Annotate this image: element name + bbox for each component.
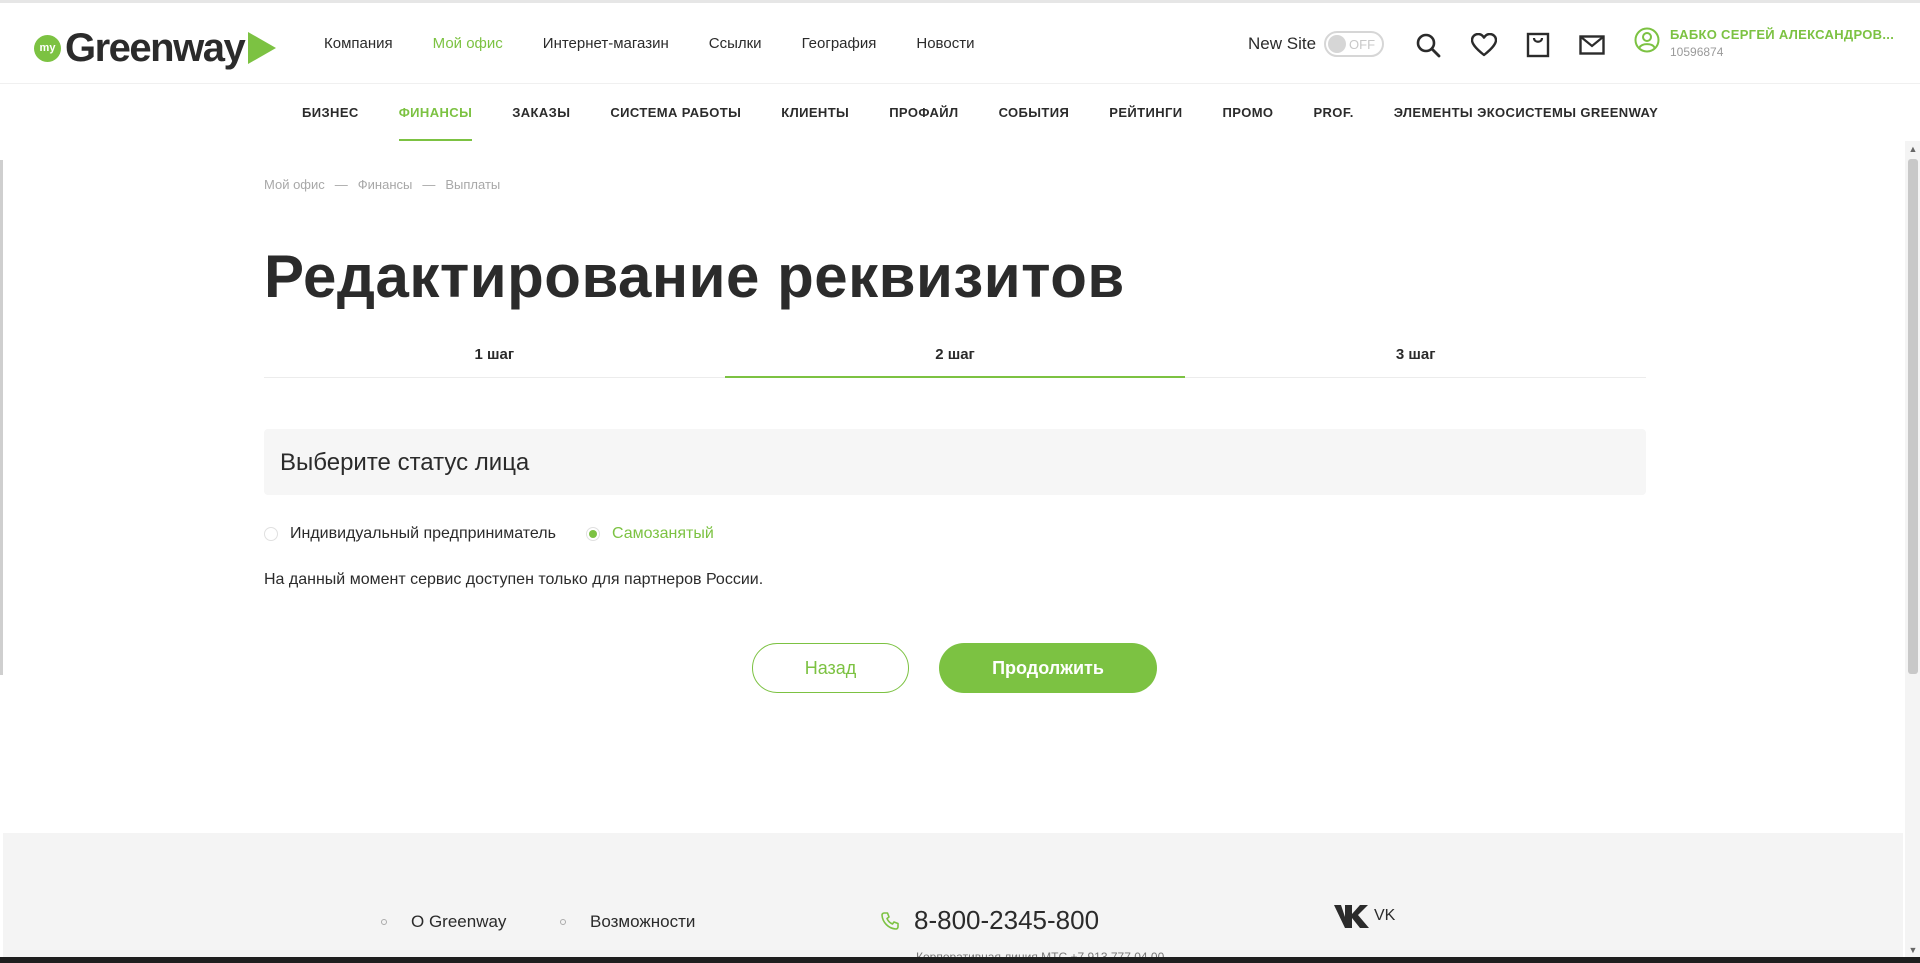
subnav-item-profile[interactable]: ПРОФАЙЛ: [889, 84, 958, 141]
breadcrumb-item-finance[interactable]: Финансы: [358, 177, 413, 192]
footer-social-vk[interactable]: VK: [1332, 902, 1395, 930]
user-profile[interactable]: БАБКО СЕРГЕЙ АЛЕКСАНДРОВ... 10596874: [1634, 27, 1894, 59]
site-header: my Greenway Компания Мой офис Интернет-м…: [0, 3, 1920, 84]
status-heading: Выберите статус лица: [280, 449, 530, 476]
radio-label: Самозанятый: [611, 525, 714, 542]
subnav-item-promo[interactable]: ПРОМО: [1223, 84, 1274, 141]
logo-arrow-icon: [248, 32, 277, 64]
user-id: 10596874: [1670, 45, 1724, 59]
radio-individual-entrepreneur[interactable]: Индивидуальный предприниматель: [264, 525, 556, 543]
new-site-toggle[interactable]: OFF: [1324, 30, 1385, 57]
greenway-logo[interactable]: my Greenway: [34, 23, 277, 73]
mail-icon[interactable]: [1578, 31, 1606, 59]
phone-number: 8-800-2345-800: [914, 905, 1100, 935]
subnav-item-clients[interactable]: КЛИЕНТЫ: [781, 84, 849, 141]
step-tab-3[interactable]: 3 шаг: [1185, 340, 1646, 377]
logo-my-badge: my: [34, 34, 61, 62]
bag-icon[interactable]: [1524, 31, 1552, 59]
subnav-item-events[interactable]: СОБЫТИЯ: [999, 84, 1070, 141]
status-radio-group: Индивидуальный предприниматель Самозанят…: [264, 525, 744, 543]
scroll-down-arrow-icon[interactable]: ▼: [1908, 945, 1918, 955]
availability-notice: На данный момент сервис доступен только …: [264, 571, 764, 588]
radio-label: Индивидуальный предприниматель: [290, 525, 556, 542]
footer-link-opportunities[interactable]: Возможности: [560, 912, 695, 932]
footer-phone[interactable]: 8-800-2345-800: [880, 905, 1099, 936]
subnav-item-ecosystem[interactable]: ЭЛЕМЕНТЫ ЭКОСИСТЕМЫ GREENWAY: [1394, 84, 1658, 141]
subnav-item-orders[interactable]: ЗАКАЗЫ: [512, 84, 570, 141]
main-nav: Компания Мой офис Интернет-магазин Ссылк…: [324, 3, 1014, 84]
nav-item-company[interactable]: Компания: [324, 35, 393, 52]
left-edge-bar: [0, 160, 3, 675]
back-button[interactable]: Назад: [752, 643, 909, 693]
search-icon[interactable]: [1414, 31, 1442, 59]
radio-circle[interactable]: [264, 527, 278, 541]
continue-button[interactable]: Продолжить: [939, 643, 1157, 693]
user-icon: [1634, 27, 1660, 53]
toggle-state-text: OFF: [1349, 36, 1376, 52]
section-subnav: БИЗНЕС ФИНАНСЫ ЗАКАЗЫ СИСТЕМА РАБОТЫ КЛИ…: [0, 84, 1920, 141]
new-site-label: New Site: [1248, 33, 1317, 53]
toggle-knob: [1328, 34, 1347, 53]
vk-label: VK: [1374, 907, 1396, 924]
subnav-item-ratings[interactable]: РЕЙТИНГИ: [1109, 84, 1182, 141]
breadcrumb-separator: —: [422, 177, 436, 192]
heart-icon[interactable]: [1470, 31, 1498, 59]
footer-link-label: О Greenway: [411, 912, 507, 931]
nav-item-my-office[interactable]: Мой офис: [433, 35, 503, 52]
new-site-switch: New Site OFF: [1248, 3, 1385, 84]
bullet-icon: [560, 919, 566, 925]
breadcrumb-separator: —: [334, 177, 348, 192]
nav-item-shop[interactable]: Интернет-магазин: [543, 35, 669, 52]
phone-icon: [881, 911, 899, 930]
footer-link-about[interactable]: О Greenway: [381, 912, 506, 932]
subnav-item-work-system[interactable]: СИСТЕМА РАБОТЫ: [610, 84, 741, 141]
breadcrumb-item-payouts: Выплаты: [445, 177, 501, 192]
scrollbar-thumb[interactable]: [1908, 159, 1918, 674]
breadcrumb-item-my-office[interactable]: Мой офис: [264, 177, 325, 192]
subnav-item-prof[interactable]: PROF.: [1313, 84, 1353, 141]
status-heading-box: Выберите статус лица: [264, 429, 1646, 495]
bullet-icon: [381, 919, 387, 925]
step-tabs: 1 шаг 2 шаг 3 шаг: [264, 340, 1646, 378]
breadcrumb: Мой офис — Финансы — Выплаты: [264, 177, 510, 192]
page-title: Редактирование реквизитов: [264, 243, 1125, 310]
step-tab-2[interactable]: 2 шаг: [724, 340, 1186, 378]
footer-link-label: Возможности: [590, 912, 696, 931]
nav-item-news[interactable]: Новости: [916, 35, 974, 52]
nav-item-links[interactable]: Ссылки: [709, 35, 762, 52]
step-tab-1[interactable]: 1 шаг: [264, 340, 725, 377]
subnav-item-business[interactable]: БИЗНЕС: [302, 84, 359, 141]
user-name: БАБКО СЕРГЕЙ АЛЕКСАНДРОВ...: [1670, 27, 1895, 42]
subnav-item-finance[interactable]: ФИНАНСЫ: [398, 84, 473, 141]
taskbar-edge: [0, 957, 1920, 963]
site-footer: [3, 833, 1903, 957]
logo-wordmark: Greenway: [65, 25, 246, 70]
vk-icon: [1334, 905, 1369, 928]
radio-circle[interactable]: [585, 527, 600, 541]
nav-item-geography[interactable]: География: [802, 35, 877, 52]
scroll-up-arrow-icon[interactable]: ▲: [1908, 144, 1918, 154]
radio-self-employed[interactable]: Самозанятый: [585, 525, 714, 543]
